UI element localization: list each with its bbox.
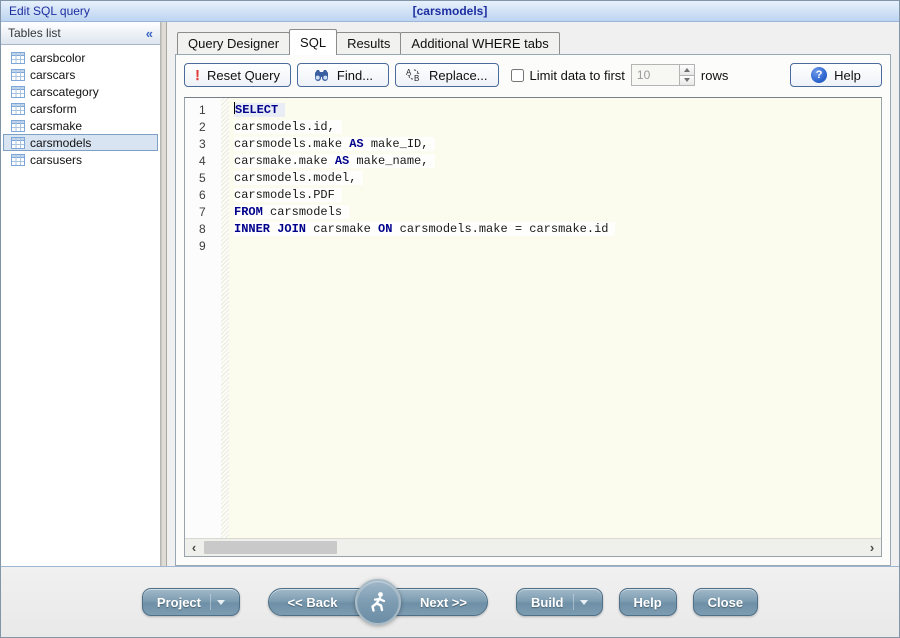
- sql-code-area[interactable]: SELECTcarsmodels.id,carsmodels.make AS m…: [229, 98, 881, 538]
- horizontal-scroll-thumb[interactable]: [204, 541, 337, 554]
- horizontal-scrollbar[interactable]: ‹ ›: [185, 538, 881, 556]
- table-item-label: carsform: [30, 102, 77, 116]
- table-icon: [11, 120, 25, 132]
- code-line-3: carsmodels.make AS make_ID,: [234, 136, 881, 153]
- spin-up-button[interactable]: [679, 64, 695, 76]
- spin-up-icon: [684, 68, 690, 72]
- code-line-4: carsmake.make AS make_name,: [234, 153, 881, 170]
- project-dropdown-icon: [217, 600, 225, 605]
- build-menu-button[interactable]: Build: [516, 588, 603, 616]
- scroll-left-arrow[interactable]: ‹: [185, 539, 203, 556]
- line-number: 7: [199, 204, 221, 221]
- code-line-6: carsmodels.PDF: [234, 187, 881, 204]
- table-icon: [11, 52, 25, 64]
- sql-editor-body: 123456789 SELECTcarsmodels.id,carsmodels…: [185, 98, 881, 538]
- tab-additional-where-tabs[interactable]: Additional WHERE tabs: [400, 32, 559, 54]
- footer-bar: Project << Back Next >>: [1, 566, 899, 637]
- window-title: Edit SQL query: [9, 4, 90, 18]
- table-item-label: carscategory: [30, 85, 99, 99]
- table-item-label: carsmake: [30, 119, 82, 133]
- limit-rows-input[interactable]: [631, 64, 679, 86]
- line-number: 8: [199, 221, 221, 238]
- line-number: 9: [199, 238, 221, 255]
- table-item-carsbcolor[interactable]: carsbcolor: [3, 49, 158, 66]
- limit-rows-group: Limit data to first rows: [511, 64, 729, 86]
- wizard-nav: << Back Next >>: [268, 588, 488, 616]
- tab-sql[interactable]: SQL: [289, 29, 337, 55]
- code-line-9: [234, 238, 881, 255]
- running-person-icon: [366, 590, 390, 614]
- line-number: 3: [199, 136, 221, 153]
- table-item-carscategory[interactable]: carscategory: [3, 83, 158, 100]
- tab-results[interactable]: Results: [336, 32, 401, 54]
- sql-toolbar: ! Reset Query Find... AB Replace...: [176, 55, 890, 95]
- tables-list-title: Tables list: [8, 26, 61, 40]
- code-line-2: carsmodels.id,: [234, 119, 881, 136]
- main-area: Query DesignerSQLResultsAdditional WHERE…: [167, 22, 899, 566]
- table-item-carscars[interactable]: carscars: [3, 66, 158, 83]
- tab-strip: Query DesignerSQLResultsAdditional WHERE…: [175, 28, 891, 54]
- reset-exclamation-icon: !: [195, 68, 200, 83]
- code-line-7: FROM carsmodels: [234, 204, 881, 221]
- question-mark-icon: ?: [811, 67, 827, 83]
- rows-label: rows: [701, 68, 728, 83]
- content-area: Tables list « carsbcolor carscars carscate…: [1, 22, 899, 566]
- find-button[interactable]: Find...: [297, 63, 389, 87]
- reset-query-button[interactable]: ! Reset Query: [184, 63, 291, 87]
- tables-sidebar: Tables list « carsbcolor carscars carscate…: [1, 22, 161, 566]
- titlebar: Edit SQL query [carsmodels]: [1, 1, 899, 22]
- table-icon: [11, 103, 25, 115]
- replace-button[interactable]: AB Replace...: [395, 63, 499, 87]
- line-number-gutter: 123456789: [185, 98, 221, 538]
- collapse-sidebar-button[interactable]: «: [146, 27, 153, 40]
- close-button[interactable]: Close: [693, 588, 758, 616]
- table-item-label: carsmodels: [30, 136, 91, 150]
- table-item-carsmodels[interactable]: carsmodels: [3, 134, 158, 151]
- project-caret-divider: [210, 594, 211, 610]
- table-item-label: carsusers: [30, 153, 82, 167]
- limit-data-checkbox[interactable]: [511, 69, 524, 82]
- table-item-carsusers[interactable]: carsusers: [3, 151, 158, 168]
- table-item-label: carsbcolor: [30, 51, 85, 65]
- scroll-right-arrow[interactable]: ›: [863, 539, 881, 556]
- binoculars-icon: [313, 69, 330, 82]
- table-icon: [11, 154, 25, 166]
- table-item-carsmake[interactable]: carsmake: [3, 117, 158, 134]
- edit-sql-query-window: Edit SQL query [carsmodels] Tables list …: [0, 0, 900, 638]
- code-line-5: carsmodels.model,: [234, 170, 881, 187]
- limit-rows-spinbox: [631, 64, 695, 86]
- table-icon: [11, 86, 25, 98]
- run-button[interactable]: [355, 579, 401, 625]
- spin-down-icon: [684, 78, 690, 82]
- line-number: 5: [199, 170, 221, 187]
- footer-help-button[interactable]: Help: [619, 588, 677, 616]
- table-item-carsform[interactable]: carsform: [3, 100, 158, 117]
- document-title: [carsmodels]: [413, 4, 488, 18]
- toolbar-help-button[interactable]: ? Help: [790, 63, 882, 87]
- build-dropdown-icon: [580, 600, 588, 605]
- line-number: 6: [199, 187, 221, 204]
- project-menu-button[interactable]: Project: [142, 588, 240, 616]
- line-number: 2: [199, 119, 221, 136]
- gutter-separator: [221, 98, 229, 538]
- sql-tab-panel: ! Reset Query Find... AB Replace...: [175, 54, 891, 566]
- table-item-label: carscars: [30, 68, 75, 82]
- tables-list-header: Tables list «: [1, 22, 160, 45]
- line-number: 4: [199, 153, 221, 170]
- table-icon: [11, 137, 25, 149]
- code-line-1: SELECT: [234, 102, 881, 119]
- tab-query-designer[interactable]: Query Designer: [177, 32, 290, 54]
- sql-editor: 123456789 SELECTcarsmodels.id,carsmodels…: [184, 97, 882, 557]
- svg-text:B: B: [414, 74, 419, 82]
- limit-data-label: Limit data to first: [530, 68, 625, 83]
- line-number: 1: [199, 102, 221, 119]
- replace-a-to-b-icon: AB: [406, 68, 422, 82]
- tables-list: carsbcolor carscars carscategory carsform ca…: [1, 45, 160, 566]
- spin-down-button[interactable]: [679, 76, 695, 87]
- build-caret-divider: [573, 594, 574, 610]
- code-line-8: INNER JOIN carsmake ON carsmodels.make =…: [234, 221, 881, 238]
- limit-rows-spinner: [679, 64, 695, 86]
- table-icon: [11, 69, 25, 81]
